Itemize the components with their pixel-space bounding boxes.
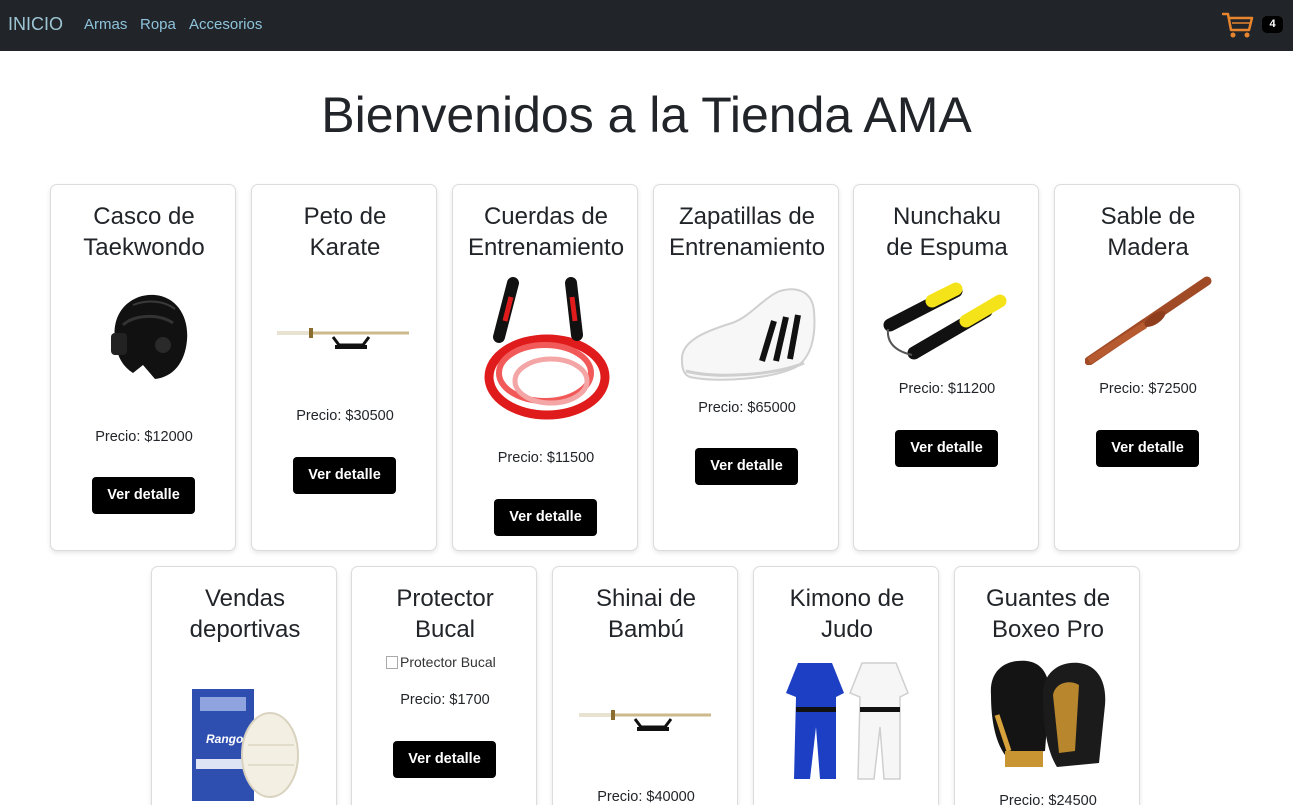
product-image-kimono	[786, 662, 909, 780]
svg-text:Rango: Rango	[206, 732, 243, 746]
product-card: Nunchaku de Espuma Precio: $11200 Ver det…	[853, 184, 1039, 551]
product-title: Sable de Madera	[1100, 203, 1196, 261]
product-title: Casco de Taekwondo	[83, 203, 205, 261]
product-card: Peto de Karate Precio: $30500 Ver detalle	[251, 184, 437, 551]
product-image-wooden-sword	[1085, 276, 1212, 365]
ver-detalle-button[interactable]: Ver detalle	[293, 457, 396, 494]
product-image-shoe	[680, 288, 816, 381]
product-price: Precio: $72500	[1099, 381, 1197, 397]
nav-link-armas[interactable]: Armas	[84, 16, 127, 33]
brand-link[interactable]: INICIO	[8, 14, 63, 35]
product-price: Precio: $11500	[497, 450, 595, 466]
product-title: Shinai de Bambú	[595, 585, 697, 643]
product-price: Precio: $30500	[296, 408, 394, 424]
product-card: Protector Bucal Protector Bucal Precio: $…	[351, 566, 537, 805]
product-title: Kimono de Judo	[789, 585, 905, 643]
product-title: Vendas deportivas	[189, 585, 301, 643]
product-price: Precio: $11200	[898, 381, 996, 397]
page-title: Bienvenidos a la Tienda AMA	[321, 87, 972, 143]
shopping-cart-icon[interactable]	[1222, 10, 1254, 40]
product-title: Zapatillas de Entrenamiento	[668, 203, 826, 261]
broken-image-icon	[386, 656, 398, 669]
product-image-boxing-gloves	[990, 660, 1106, 767]
nav-link-ropa[interactable]: Ropa	[140, 16, 176, 33]
ver-detalle-button[interactable]: Ver detalle	[895, 430, 998, 467]
product-card: Vendas deportivas Rango	[151, 566, 337, 805]
product-card: Kimono de Judo	[753, 566, 939, 805]
product-card: Casco de Taekwondo Precio: $12000 Ver det…	[50, 184, 236, 551]
product-image-nunchaku	[883, 282, 1007, 360]
product-image-helmet	[111, 294, 188, 379]
product-card: Zapatillas de Entrenamiento Precio: $6500…	[653, 184, 839, 551]
product-title: Guantes de Boxeo Pro	[985, 585, 1111, 643]
product-price: Precio: $24500	[999, 793, 1097, 805]
product-price: Precio: $65000	[698, 400, 796, 416]
product-title: Nunchaku de Espuma	[886, 203, 1008, 261]
ver-detalle-button[interactable]: Ver detalle	[92, 477, 195, 514]
product-image-bandage: Rango	[192, 689, 299, 801]
product-card: Shinai de Bambú Precio: $40000	[552, 566, 738, 805]
product-image-sword	[277, 328, 409, 349]
product-image-broken: Protector Bucal	[386, 654, 496, 670]
product-title: Peto de Karate	[303, 203, 387, 261]
cart-count-badge: 4	[1262, 16, 1283, 33]
ver-detalle-button[interactable]: Ver detalle	[1096, 430, 1199, 467]
product-title: Protector Bucal	[396, 585, 494, 643]
product-card: Cuerdas de Entrenamiento Precio: $11500 V…	[452, 184, 638, 551]
product-image-shinai	[579, 710, 711, 731]
ver-detalle-button[interactable]: Ver detalle	[695, 448, 798, 485]
ver-detalle-button[interactable]: Ver detalle	[393, 741, 496, 778]
product-image-jump-rope	[484, 277, 610, 420]
product-price: Precio: $1700	[400, 692, 490, 708]
product-price: Precio: $40000	[597, 789, 695, 805]
ver-detalle-button[interactable]: Ver detalle	[494, 499, 597, 536]
product-price: Precio: $12000	[95, 429, 193, 445]
navbar: INICIO Armas Ropa Accesorios 4	[0, 0, 1293, 51]
product-card: Guantes de Boxeo Pro Precio: $24500	[954, 566, 1140, 805]
nav-link-accesorios[interactable]: Accesorios	[189, 16, 262, 33]
product-card: Sable de Madera Precio: $72500 Ver detall…	[1054, 184, 1240, 551]
product-title: Cuerdas de Entrenamiento	[467, 203, 625, 261]
